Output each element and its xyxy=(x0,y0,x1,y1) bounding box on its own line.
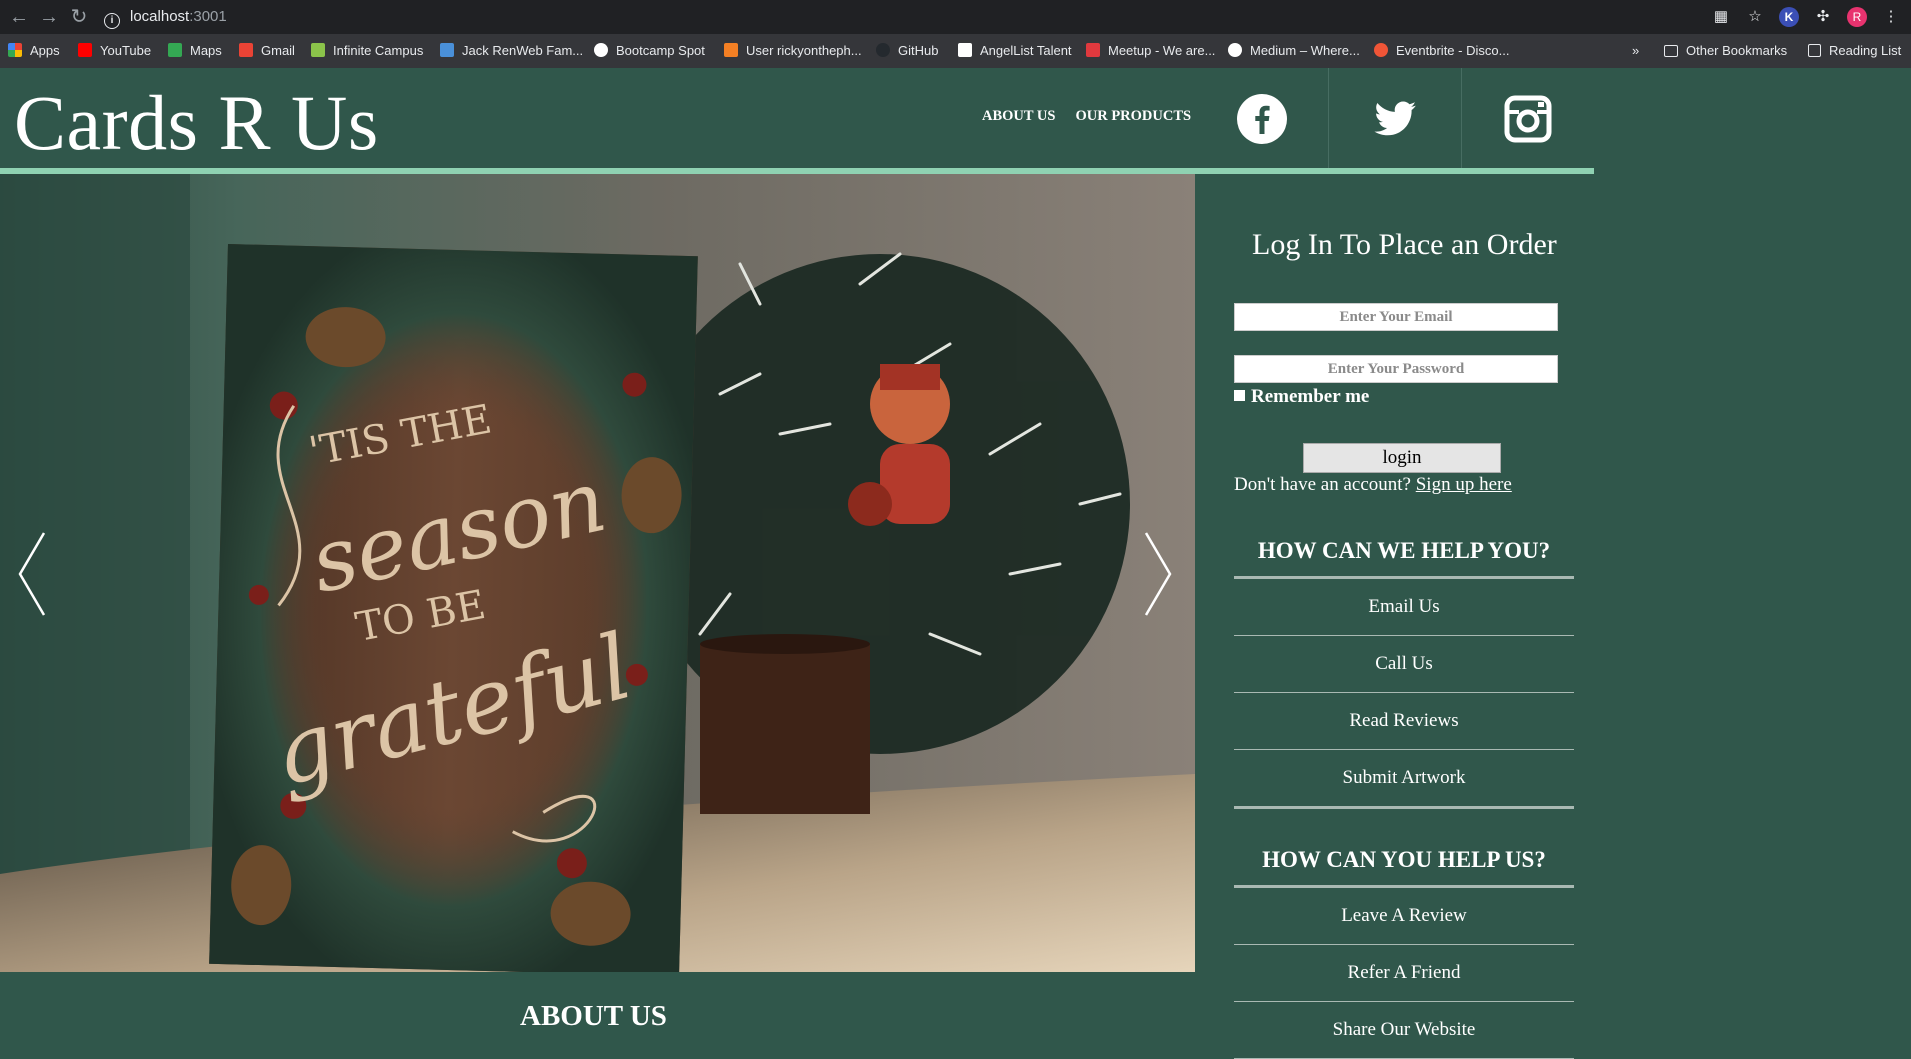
hero-carousel[interactable]: 'TIS THE season TO BE grateful xyxy=(0,174,1195,972)
carousel-next-chevron-icon[interactable] xyxy=(1138,529,1178,619)
bookmark-label: Meetup - We are... xyxy=(1108,43,1216,58)
email-input[interactable] xyxy=(1234,303,1558,331)
help-submit-artwork[interactable]: Submit Artwork xyxy=(1234,750,1574,809)
extensions-puzzle-icon[interactable]: ✣ xyxy=(1813,7,1833,27)
medium-icon xyxy=(1228,43,1242,57)
site-logo[interactable]: Cards R Us xyxy=(14,78,379,168)
bookmark-stackoverflow-user[interactable]: User rickyontheph... xyxy=(724,42,862,60)
bookmark-label: Bootcamp Spot xyxy=(616,43,705,58)
bookmark-bootcamp-spot[interactable]: Bootcamp Spot xyxy=(594,42,705,60)
other-bookmarks-label: Other Bookmarks xyxy=(1686,43,1788,58)
instagram-icon xyxy=(1504,95,1552,143)
signup-link[interactable]: Sign up here xyxy=(1416,474,1512,495)
bookmark-label: Gmail xyxy=(261,43,295,58)
bookmarks-overflow-chevron-icon[interactable]: » xyxy=(1632,42,1639,60)
github-icon xyxy=(876,43,890,57)
stackoverflow-icon xyxy=(724,43,738,57)
about-us-heading: ABOUT US xyxy=(520,1000,667,1032)
bookmark-angellist[interactable]: AngelList Talent xyxy=(958,42,1072,60)
remember-me: Remember me xyxy=(1234,386,1369,408)
browser-toolbar: ← → ↻ i localhost:3001 ▦ ☆ K ✣ R ⋮ xyxy=(0,0,1911,34)
reading-list-icon xyxy=(1808,44,1821,57)
help-call-us[interactable]: Call Us xyxy=(1234,636,1574,693)
bookmark-github[interactable]: GitHub xyxy=(876,42,938,60)
nav-about-us[interactable]: ABOUT US xyxy=(982,108,1055,125)
bookmark-gmail[interactable]: Gmail xyxy=(239,42,295,60)
maps-icon xyxy=(168,43,182,57)
bookmark-star-icon[interactable]: ☆ xyxy=(1745,7,1765,27)
remember-me-label: Remember me xyxy=(1251,386,1370,407)
facebook-icon xyxy=(1237,94,1287,144)
bookmark-apps[interactable]: Apps xyxy=(8,42,60,60)
profile-avatar[interactable]: R xyxy=(1847,7,1867,27)
bookmark-label: GitHub xyxy=(898,43,939,58)
carousel-slide-image: 'TIS THE season TO BE grateful xyxy=(0,174,1195,972)
bookmark-label: Medium – Where... xyxy=(1250,43,1360,58)
address-bar[interactable]: i localhost:3001 xyxy=(104,4,1704,30)
infinite-campus-icon xyxy=(311,43,325,57)
password-input[interactable] xyxy=(1234,355,1558,383)
bookmark-youtube[interactable]: YouTube xyxy=(78,42,151,60)
url-port: :3001 xyxy=(189,8,227,25)
help-us-title: HOW CAN YOU HELP US? xyxy=(1262,847,1546,872)
gmail-icon xyxy=(239,43,253,57)
apps-grid-icon xyxy=(8,43,22,57)
menu-kebab-icon[interactable]: ⋮ xyxy=(1881,7,1901,27)
bookmark-maps[interactable]: Maps xyxy=(168,42,222,60)
help-refer-friend[interactable]: Refer A Friend xyxy=(1234,945,1574,1002)
bootcamp-spot-icon xyxy=(594,43,608,57)
eventbrite-icon xyxy=(1374,43,1388,57)
site-header: Cards R Us ABOUT US OUR PRODUCTS xyxy=(0,68,1594,170)
other-bookmarks[interactable]: Other Bookmarks xyxy=(1664,42,1787,60)
folder-icon xyxy=(1664,45,1678,57)
nav-our-products[interactable]: OUR PRODUCTS xyxy=(1075,108,1191,125)
instagram-link[interactable] xyxy=(1461,68,1594,168)
reload-icon[interactable]: ↻ xyxy=(66,4,92,30)
renweb-icon xyxy=(440,43,454,57)
info-icon[interactable]: i xyxy=(104,13,120,29)
login-button[interactable]: login xyxy=(1303,443,1501,473)
extension-k-icon[interactable]: K xyxy=(1779,7,1799,27)
bookmark-infinite-campus[interactable]: Infinite Campus xyxy=(311,42,423,60)
bookmark-eventbrite[interactable]: Eventbrite - Disco... xyxy=(1374,42,1509,60)
reading-list-label: Reading List xyxy=(1829,43,1902,58)
url-host: localhost xyxy=(130,8,190,25)
youtube-icon xyxy=(78,43,92,57)
help-share-website[interactable]: Share Our Website xyxy=(1234,1002,1574,1059)
remember-me-checkbox[interactable] xyxy=(1234,390,1245,401)
bookmark-label: Infinite Campus xyxy=(333,43,424,58)
forward-arrow-icon[interactable]: → xyxy=(36,4,62,30)
help-leave-review[interactable]: Leave A Review xyxy=(1234,888,1574,945)
help-read-reviews[interactable]: Read Reviews xyxy=(1234,693,1574,750)
bookmark-label: Maps xyxy=(190,43,222,58)
angellist-icon xyxy=(958,43,972,57)
back-arrow-icon[interactable]: ← xyxy=(6,4,32,30)
bookmarks-bar: Apps YouTube Maps Gmail Infinite Campus … xyxy=(0,34,1911,68)
meetup-icon xyxy=(1086,43,1100,57)
bookmark-label: YouTube xyxy=(100,43,152,58)
twitter-link[interactable] xyxy=(1328,68,1461,168)
signup-prompt: Don't have an account? Sign up here xyxy=(1234,474,1512,496)
qr-code-icon[interactable]: ▦ xyxy=(1711,7,1731,27)
bookmark-jack-renweb[interactable]: Jack RenWeb Fam... xyxy=(440,42,583,60)
facebook-link[interactable] xyxy=(1196,68,1328,168)
no-account-text: Don't have an account? xyxy=(1234,474,1411,495)
main-nav: ABOUT US OUR PRODUCTS xyxy=(982,108,1191,125)
reading-list[interactable]: Reading List xyxy=(1808,42,1901,60)
help-email-us[interactable]: Email Us xyxy=(1234,579,1574,636)
bookmark-label: AngelList Talent xyxy=(980,43,1072,58)
bookmark-label: Eventbrite - Disco... xyxy=(1396,43,1510,58)
help-you-title: HOW CAN WE HELP YOU? xyxy=(1257,538,1551,563)
bookmark-label: Jack RenWeb Fam... xyxy=(462,43,584,58)
carousel-prev-chevron-icon[interactable] xyxy=(12,529,52,619)
bookmark-label: Apps xyxy=(30,43,60,58)
twitter-icon xyxy=(1374,101,1416,136)
bookmark-label: User rickyontheph... xyxy=(746,43,862,58)
bookmark-medium[interactable]: Medium – Where... xyxy=(1228,42,1360,60)
bookmark-meetup[interactable]: Meetup - We are... xyxy=(1086,42,1215,60)
login-title: Log In To Place an Order xyxy=(1252,228,1557,261)
